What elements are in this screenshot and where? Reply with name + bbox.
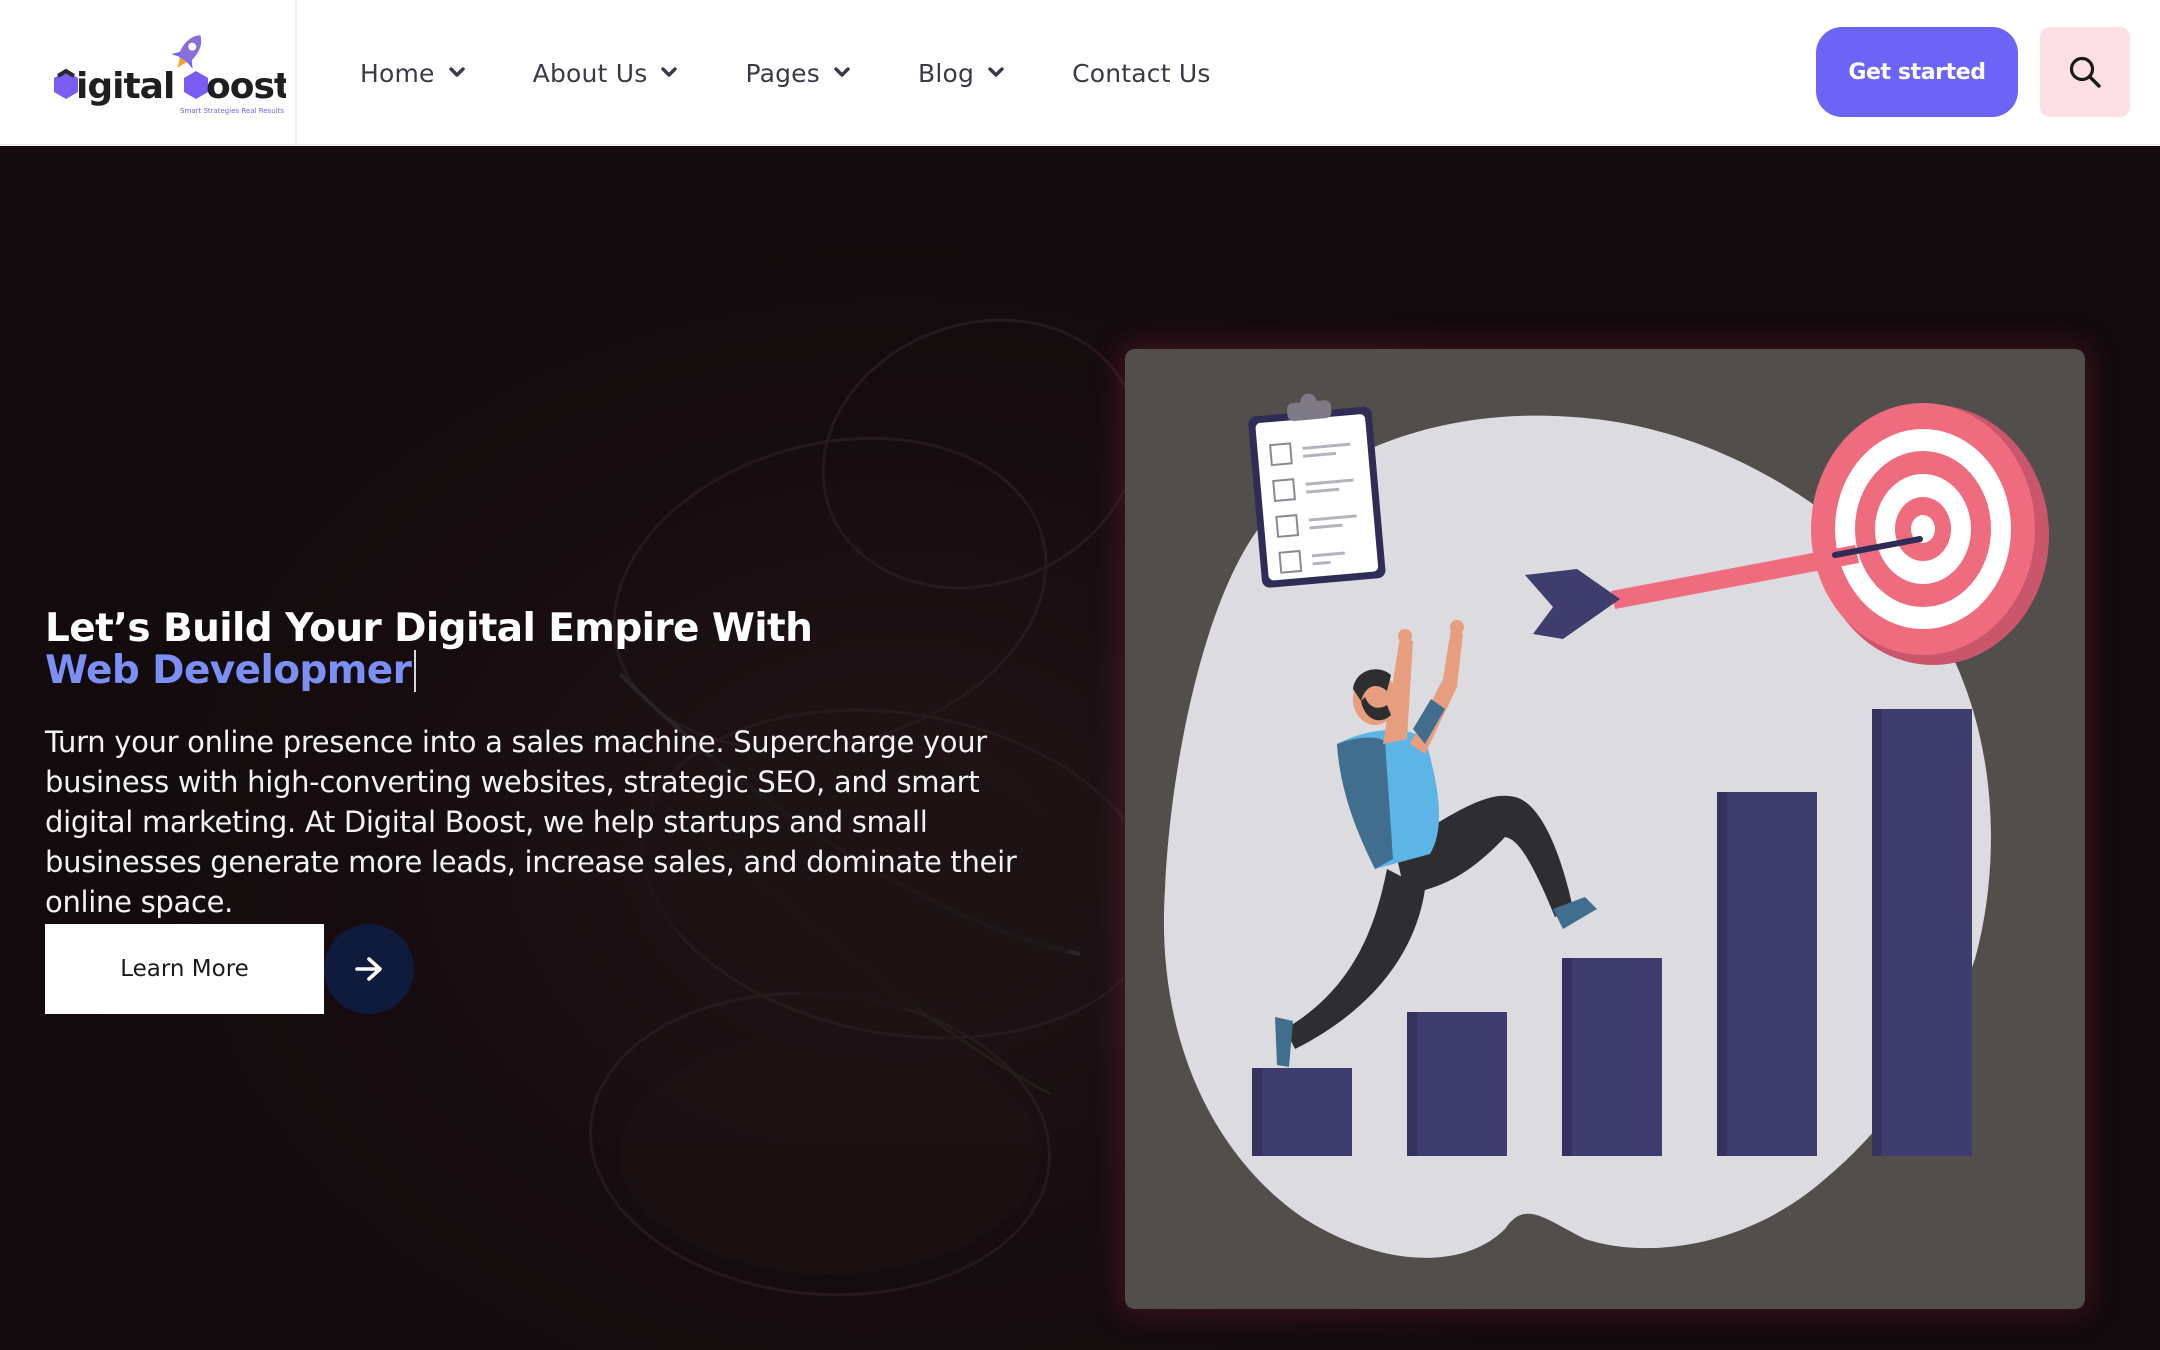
nav-item-pages[interactable]: Pages (745, 59, 850, 88)
learn-more-button[interactable]: Learn More (45, 924, 324, 1014)
logo[interactable]: igital oost Smart Strategies Real Result… (46, 26, 292, 120)
nav-item-home[interactable]: Home (360, 59, 465, 88)
nav-item-label: Pages (745, 58, 820, 88)
site-header: igital oost Smart Strategies Real Result… (0, 0, 2160, 146)
chevron-down-icon (988, 67, 1004, 77)
chevron-down-icon (448, 67, 465, 77)
logo-graphic: igital oost Smart Strategies Real Result… (54, 35, 292, 115)
hero-headline-text: Let’s Build Your Digital Empire With (45, 606, 813, 651)
svg-text:igital: igital (76, 66, 174, 107)
nav-item-label: Contact Us (1072, 58, 1211, 88)
chevron-down-icon (834, 67, 850, 77)
clipboard-icon (1248, 393, 1386, 588)
hero-headline: Let’s Build Your Digital Empire With Web… (45, 608, 1045, 692)
hero-section: Let’s Build Your Digital Empire With Web… (0, 154, 2160, 1350)
nav-item-label: Blog (918, 58, 975, 88)
hero-headline-accent: Web Developmer (45, 650, 417, 692)
svg-text:oost: oost (206, 66, 286, 107)
chevron-down-icon (661, 67, 678, 77)
nav-item-about-us[interactable]: About Us (533, 59, 678, 88)
bar-5 (1872, 709, 1972, 1156)
search-button[interactable] (2040, 27, 2130, 117)
bar-4 (1717, 792, 1817, 1156)
search-icon (2069, 56, 2101, 88)
nav-item-label: About Us (532, 58, 648, 88)
nav-item-contact-us[interactable]: Contact Us (1072, 59, 1211, 88)
hero-description: Turn your online presence into a sales m… (45, 725, 1017, 919)
logo-divider (295, 0, 297, 144)
nav-item-label: Home (360, 58, 435, 88)
bar-1 (1252, 1068, 1352, 1156)
hero-illustration-card (1125, 349, 2085, 1309)
learn-more-arrow-button[interactable] (324, 924, 414, 1014)
bar-3 (1562, 958, 1662, 1156)
bar-2 (1407, 1012, 1507, 1156)
main-nav: Home About Us Pages Blog Contact Us (360, 0, 1279, 146)
nav-item-blog[interactable]: Blog (918, 59, 1004, 88)
arrow-right-icon (355, 957, 382, 981)
growth-illustration (1163, 393, 2049, 1258)
get-started-button[interactable]: Get started (1816, 27, 2018, 117)
svg-text:Smart Strategies Real Results: Smart Strategies Real Results (180, 107, 284, 115)
